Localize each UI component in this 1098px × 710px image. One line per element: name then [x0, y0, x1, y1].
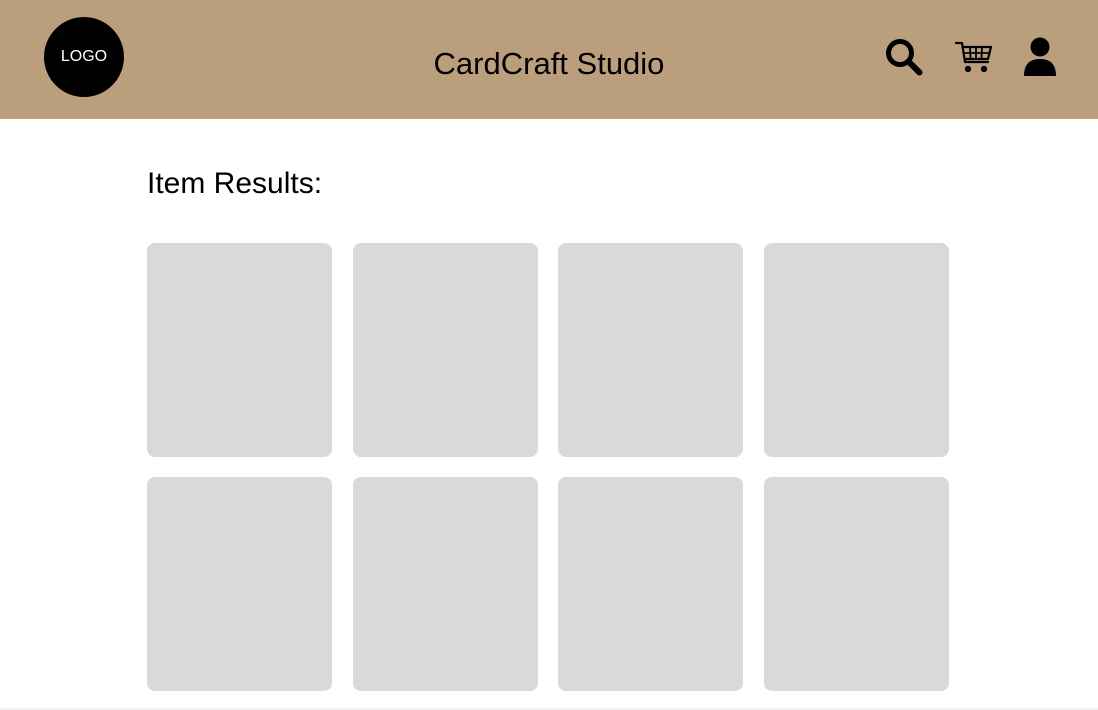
cart-button[interactable] [954, 39, 993, 75]
result-card[interactable] [558, 243, 743, 457]
search-button[interactable] [885, 38, 923, 76]
result-card[interactable] [147, 243, 332, 457]
search-icon [886, 39, 923, 76]
result-card[interactable] [558, 477, 743, 691]
user-icon [1024, 37, 1056, 76]
result-card[interactable] [763, 477, 949, 691]
result-card[interactable] [352, 243, 538, 457]
account-button[interactable] [1022, 37, 1058, 77]
site-title: CardCraft Studio [433, 46, 665, 81]
results-grid [147, 243, 949, 691]
cart-icon [954, 41, 993, 73]
site-header: LOGO CardCraft Studio [0, 0, 1098, 119]
results-heading: Item Results: [147, 167, 323, 200]
result-card[interactable] [763, 243, 949, 457]
result-card[interactable] [147, 477, 332, 691]
result-card[interactable] [352, 477, 538, 691]
